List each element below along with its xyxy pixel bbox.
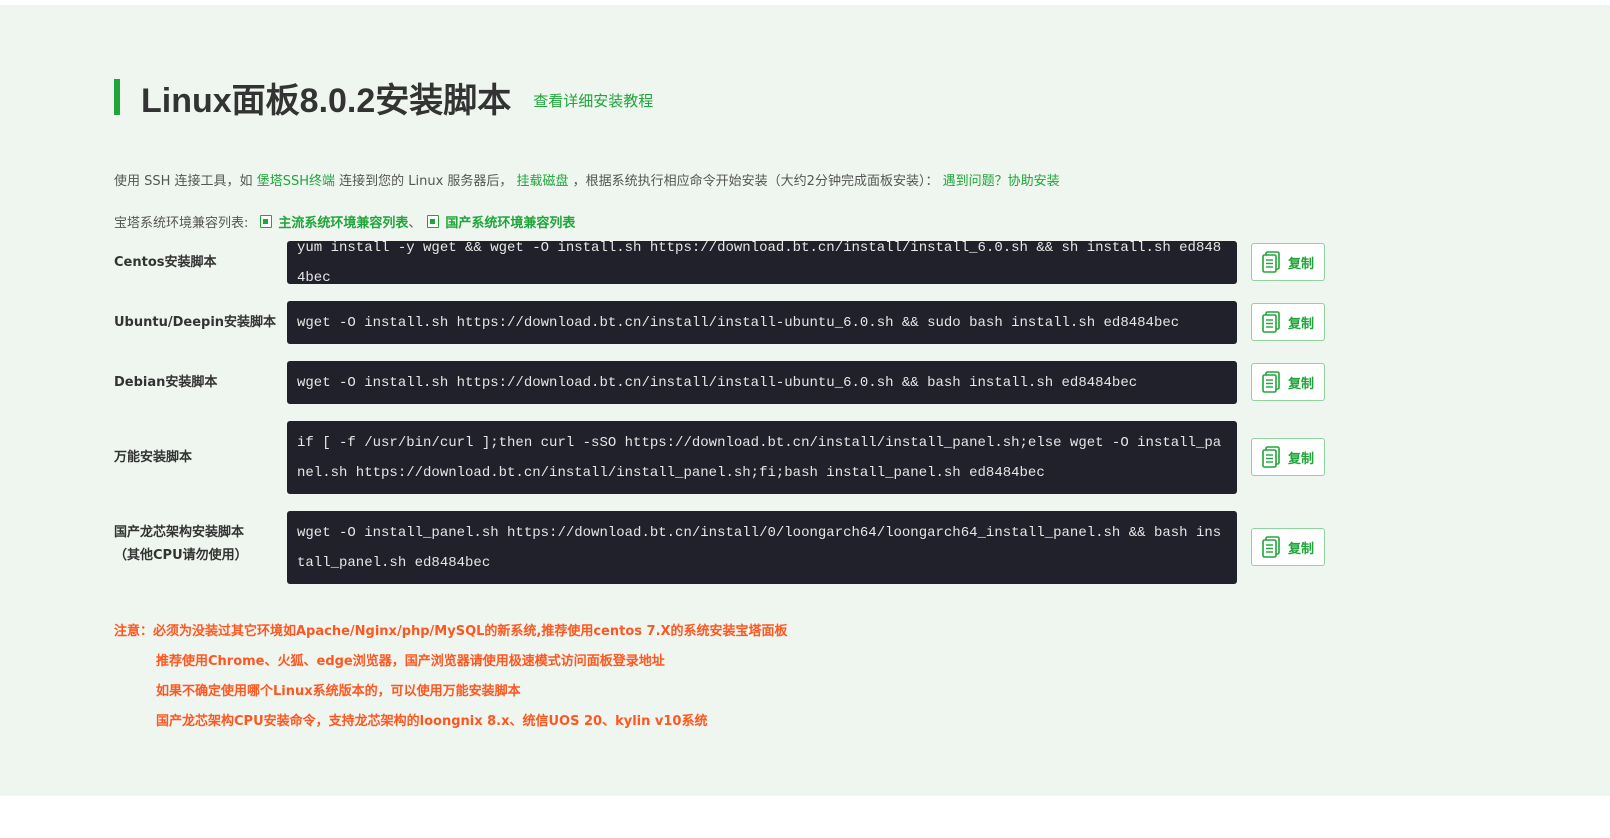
- mainstream-compat-label: 主流系统环境兼容列表: [278, 216, 409, 231]
- script-command[interactable]: if [ -f /usr/bin/curl ];then curl -sSO h…: [287, 421, 1237, 494]
- compat-separator: 、: [408, 216, 422, 231]
- help-install-link[interactable]: 遇到问题？协助安装: [943, 174, 1060, 189]
- copy-icon: [1262, 446, 1280, 468]
- note-line: 推荐使用Chrome、火狐、edge浏览器，国产浏览器请使用极速模式访问面板登录…: [156, 654, 665, 669]
- title-accent-bar: [114, 79, 120, 115]
- intro-part2: 连接到您的 Linux 服务器后，: [334, 174, 517, 189]
- install-notes: 注意：必须为没装过其它环境如Apache/Nginx/php/MySQL的新系统…: [114, 617, 788, 737]
- copy-icon: [1262, 371, 1280, 393]
- copy-button[interactable]: 复制: [1251, 303, 1325, 341]
- page-title: Linux面板8.0.2安装脚本: [141, 81, 512, 120]
- script-label-note: （其他CPU请勿使用）: [114, 548, 248, 563]
- script-label: Ubuntu/Deepin安装脚本: [114, 315, 277, 330]
- copy-button[interactable]: 复制: [1251, 528, 1325, 566]
- script-command[interactable]: wget -O install.sh https://download.bt.c…: [287, 301, 1237, 344]
- copy-icon: [1262, 536, 1280, 558]
- copy-label: 复制: [1287, 451, 1314, 467]
- domestic-compat-link[interactable]: 国产系统环境兼容列表: [421, 212, 575, 231]
- intro-part3: ，根据系统执行相应命令开始安装（大约2分钟完成面板安装）：: [568, 174, 943, 189]
- mount-disk-link[interactable]: 挂载磁盘: [517, 174, 569, 189]
- note-line: 国产龙芯架构CPU安装命令，支持龙芯架构的loongnix 8.x、统信UOS …: [156, 714, 708, 729]
- copy-icon: [1262, 311, 1280, 333]
- intro-part1: 使用 SSH 连接工具，如: [114, 174, 257, 189]
- copy-label: 复制: [1287, 316, 1314, 332]
- note-line: 注意：必须为没装过其它环境如Apache/Nginx/php/MySQL的新系统…: [114, 624, 788, 639]
- script-command[interactable]: yum install -y wget && wget -O install.s…: [287, 240, 1237, 286]
- copy-button[interactable]: 复制: [1251, 243, 1325, 281]
- script-label: 国产龙芯架构安装脚本: [114, 525, 245, 540]
- script-label-group: 国产龙芯架构安装脚本 （其他CPU请勿使用）: [114, 521, 248, 567]
- copy-button[interactable]: 复制: [1251, 438, 1325, 476]
- note-line: 如果不确定使用哪个Linux系统版本的，可以使用万能安装脚本: [156, 684, 521, 699]
- ssh-terminal-link[interactable]: 堡塔SSH终端: [257, 174, 335, 189]
- script-label: Debian安装脚本: [114, 375, 218, 390]
- spreadsheet-icon: [427, 215, 440, 228]
- tutorial-link[interactable]: 查看详细安装教程: [533, 90, 653, 111]
- copy-label: 复制: [1287, 541, 1314, 557]
- domestic-compat-label: 国产系统环境兼容列表: [445, 216, 576, 231]
- script-command[interactable]: wget -O install_panel.sh https://downloa…: [287, 511, 1237, 584]
- install-panel: Linux面板8.0.2安装脚本 查看详细安装教程 使用 SSH 连接工具，如 …: [0, 5, 1610, 796]
- copy-icon: [1262, 251, 1280, 273]
- script-label: Centos安装脚本: [114, 255, 217, 270]
- script-command[interactable]: wget -O install.sh https://download.bt.c…: [287, 361, 1237, 404]
- copy-label: 复制: [1287, 256, 1314, 272]
- copy-button[interactable]: 复制: [1251, 363, 1325, 401]
- script-label: 万能安装脚本: [114, 450, 193, 465]
- spreadsheet-icon: [260, 215, 273, 228]
- mainstream-compat-link[interactable]: 主流系统环境兼容列表: [248, 212, 408, 231]
- copy-label: 复制: [1287, 376, 1314, 392]
- intro-text: 使用 SSH 连接工具，如 堡塔SSH终端 连接到您的 Linux 服务器后， …: [114, 170, 1060, 189]
- compat-label: 宝塔系统环境兼容列表:: [114, 216, 249, 231]
- compat-list-row: 宝塔系统环境兼容列表: 主流系统环境兼容列表 、 国产系统环境兼容列表: [114, 212, 575, 231]
- title-row: Linux面板8.0.2安装脚本 查看详细安装教程: [114, 77, 653, 120]
